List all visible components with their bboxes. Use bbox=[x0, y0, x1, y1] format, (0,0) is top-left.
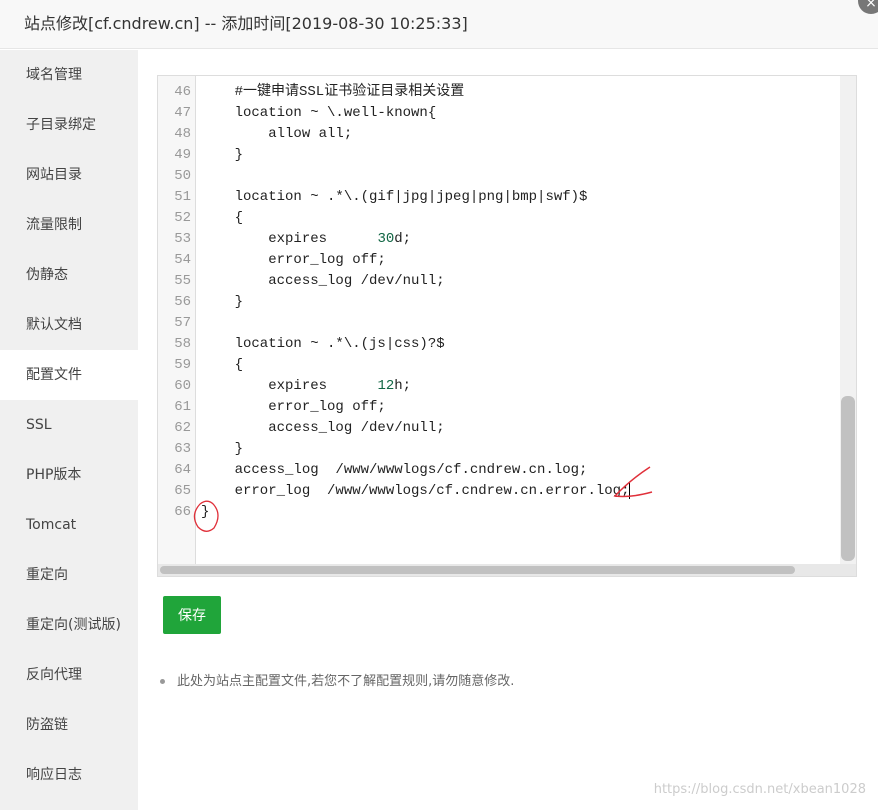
bullet-icon bbox=[160, 679, 165, 684]
circle-annotation bbox=[193, 500, 219, 532]
save-button[interactable]: 保存 bbox=[163, 596, 221, 634]
checkmark-annotation bbox=[613, 466, 653, 498]
note-text: 此处为站点主配置文件,若您不了解配置规则,请勿随意修改. bbox=[177, 674, 515, 689]
note: 此处为站点主配置文件,若您不了解配置规则,请勿随意修改. bbox=[160, 670, 514, 689]
watermark: https://blog.csdn.net/xbean1028 bbox=[653, 782, 866, 797]
